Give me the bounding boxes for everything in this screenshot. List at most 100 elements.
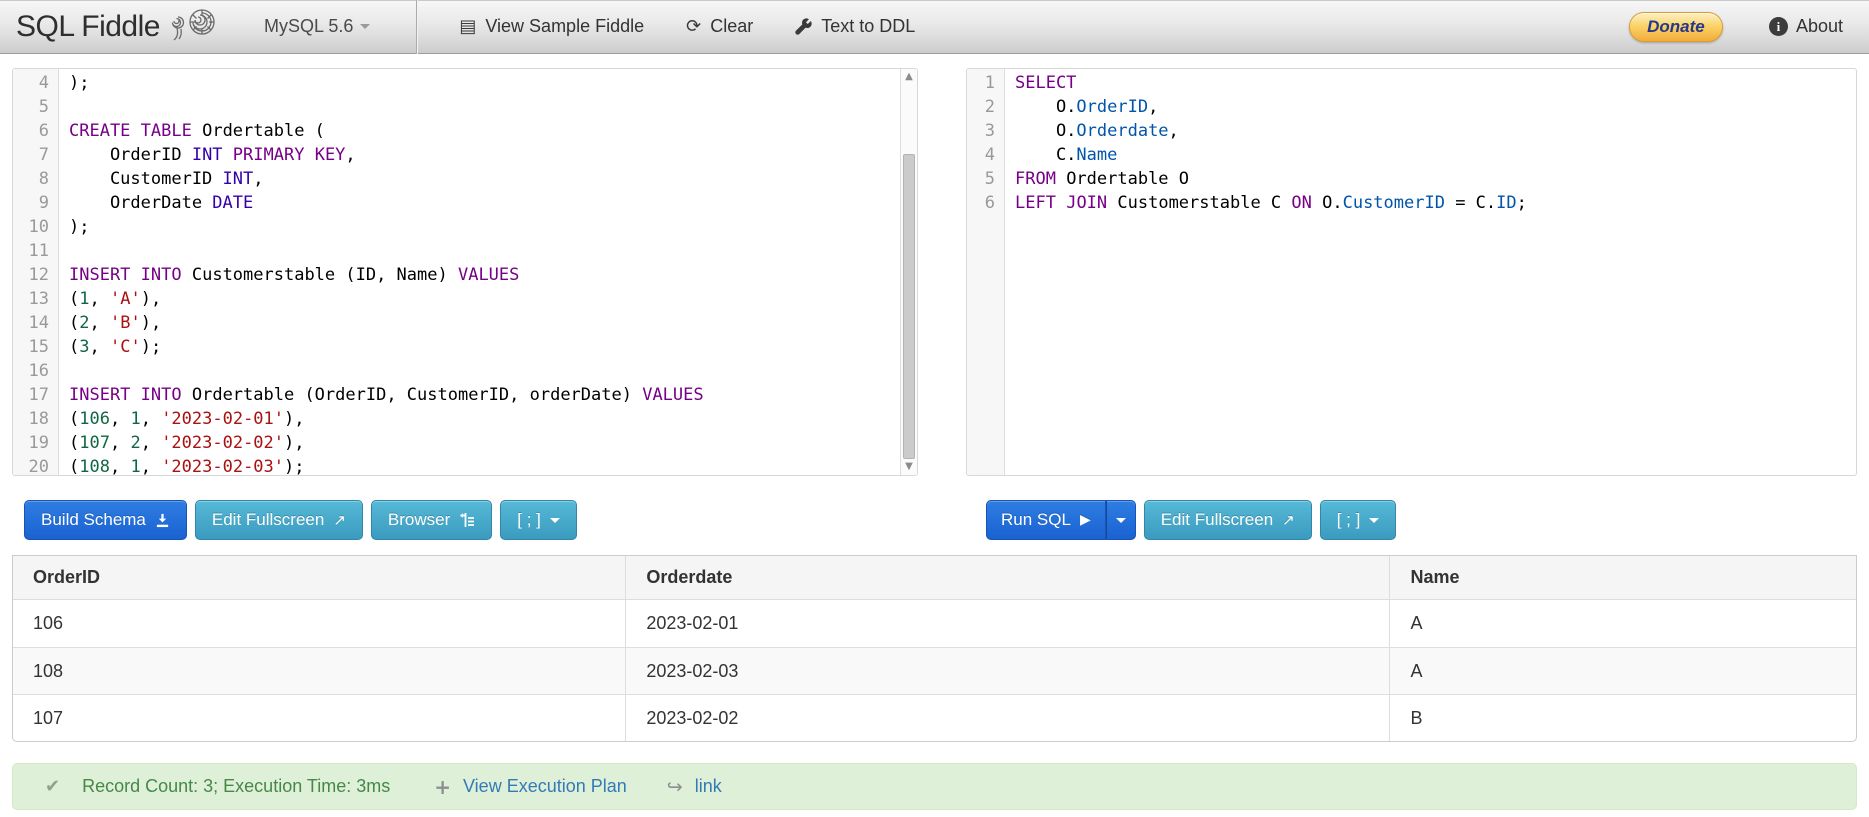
token-pl: O.	[1015, 121, 1076, 141]
code-line: CustomerID INT,	[69, 167, 900, 191]
token-pl	[130, 121, 140, 141]
token-kw: PRIMARY	[233, 145, 305, 165]
code-line: (108, 1, '2023-02-03');	[69, 455, 900, 475]
token-str: '2023-02-01'	[161, 409, 284, 429]
token-pl: OrderDate	[69, 193, 212, 213]
token-pl: ,	[345, 145, 355, 165]
line-number: 17	[13, 383, 49, 407]
line-number: 7	[13, 143, 49, 167]
about-label: About	[1796, 16, 1843, 37]
token-pl	[1056, 193, 1066, 213]
token-bi: DATE	[212, 193, 253, 213]
code-line: (106, 1, '2023-02-01'),	[69, 407, 900, 431]
token-bi: INT	[192, 145, 223, 165]
browser-label: Browser	[388, 510, 450, 530]
code-line: LEFT JOIN Customerstable C ON O.Customer…	[1015, 191, 1856, 215]
line-number: 4	[13, 71, 49, 95]
schema-code-area[interactable]: ); CREATE TABLE Ordertable ( OrderID INT…	[59, 69, 900, 475]
view-execution-plan-link[interactable]: View Execution Plan	[463, 776, 627, 797]
token-pl: ,	[141, 457, 161, 475]
code-line: OrderDate DATE	[69, 191, 900, 215]
sql-fiddle-page: { "nav": { "brand": "SQL Fiddle", "db_se…	[0, 0, 1869, 817]
code-line: );	[69, 215, 900, 239]
plus-icon: +	[434, 775, 451, 799]
token-pl: ),	[284, 409, 304, 429]
share-link[interactable]: link	[695, 776, 722, 797]
token-pl: Ordertable (OrderID, CustomerID, orderDa…	[182, 385, 643, 405]
edit-fullscreen-label: Edit Fullscreen	[212, 510, 324, 530]
table-row: 1082023-02-03A	[13, 647, 1856, 694]
info-icon: i	[1769, 17, 1788, 36]
build-schema-button[interactable]: Build Schema	[24, 500, 187, 540]
results-header-row: OrderID Orderdate Name	[13, 556, 1856, 600]
schema-edit-fullscreen-button[interactable]: Edit Fullscreen ↗	[195, 500, 363, 540]
scrollbar-down-arrow-icon[interactable]: ▼	[901, 459, 917, 475]
code-line: O.Orderdate,	[1015, 119, 1856, 143]
line-number: 6	[967, 191, 995, 215]
text-to-ddl-link[interactable]: Text to DDL	[795, 16, 915, 37]
clear-label: Clear	[710, 16, 753, 37]
view-sample-fiddle-link[interactable]: ▤ View Sample Fiddle	[459, 16, 644, 37]
token-str: 'A'	[110, 289, 141, 309]
table-cell: A	[1389, 600, 1856, 647]
code-line: );	[69, 71, 900, 95]
results-table: OrderID Orderdate Name 1062023-02-01A108…	[12, 555, 1857, 742]
view-sample-fiddle-label: View Sample Fiddle	[485, 16, 644, 37]
code-line: (1, 'A'),	[69, 287, 900, 311]
line-number: 4	[967, 143, 995, 167]
run-sql-dropdown-toggle[interactable]	[1106, 500, 1136, 540]
query-code-area[interactable]: SELECT O.OrderID, O.Orderdate, C.NameFRO…	[1005, 69, 1856, 475]
line-number: 13	[13, 287, 49, 311]
token-pl: );	[69, 73, 89, 93]
code-line: FROM Ordertable O	[1015, 167, 1856, 191]
code-line: (3, 'C');	[69, 335, 900, 359]
line-number: 3	[967, 119, 995, 143]
token-pl: Ordertable O	[1056, 169, 1189, 189]
query-editor-panel[interactable]: 123456 SELECT O.OrderID, O.Orderdate, C.…	[966, 68, 1857, 476]
clear-link[interactable]: ⟳ Clear	[686, 16, 753, 37]
token-num: 106	[79, 409, 110, 429]
donate-button[interactable]: Donate	[1629, 12, 1723, 42]
line-number: 12	[13, 263, 49, 287]
token-kw: INSERT	[69, 265, 130, 285]
token-pl: ),	[284, 433, 304, 453]
semicolon-label: [ ; ]	[1337, 510, 1361, 530]
token-pl: ,	[141, 409, 161, 429]
run-sql-button[interactable]: Run SQL ▶	[986, 500, 1106, 540]
token-num: 2	[130, 433, 140, 453]
table-cell: 2023-02-03	[625, 647, 1389, 694]
fiddle-logo-icon	[164, 3, 222, 47]
scrollbar-up-arrow-icon[interactable]: ▲	[901, 69, 917, 85]
database-version-dropdown[interactable]: MySQL 5.6	[264, 16, 370, 37]
token-pl: (	[69, 457, 79, 475]
schema-editor-scrollbar[interactable]: ▲ ▼	[900, 69, 917, 475]
play-icon: ▶	[1080, 512, 1091, 528]
browser-button[interactable]: Browser	[371, 500, 492, 540]
token-pl: (	[69, 313, 79, 333]
scrollbar-thumb[interactable]	[903, 154, 915, 459]
query-edit-fullscreen-button[interactable]: Edit Fullscreen ↗	[1144, 500, 1312, 540]
schema-line-number-gutter: 4567891011121314151617181920	[13, 69, 59, 475]
line-number: 9	[13, 191, 49, 215]
token-pl: ),	[141, 289, 161, 309]
edit-fullscreen-label: Edit Fullscreen	[1161, 510, 1273, 530]
results-section: OrderID Orderdate Name 1062023-02-01A108…	[12, 555, 1857, 742]
token-num: 3	[79, 337, 89, 357]
token-pl: ,	[90, 337, 110, 357]
line-number: 14	[13, 311, 49, 335]
about-link[interactable]: i About	[1769, 16, 1843, 37]
token-bi: INT	[223, 169, 254, 189]
query-semicolon-dropdown-button[interactable]: [ ; ]	[1320, 500, 1397, 540]
code-line: INSERT INTO Customerstable (ID, Name) VA…	[69, 263, 900, 287]
token-num: 1	[130, 457, 140, 475]
table-cell: A	[1389, 647, 1856, 694]
wrench-icon	[795, 18, 812, 35]
schema-semicolon-dropdown-button[interactable]: [ ; ]	[500, 500, 577, 540]
code-line: (107, 2, '2023-02-02'),	[69, 431, 900, 455]
table-row: 1062023-02-01A	[13, 600, 1856, 647]
brand-title[interactable]: SQL Fiddle	[16, 10, 160, 44]
semicolon-label: [ ; ]	[517, 510, 541, 530]
schema-editor-panel[interactable]: 4567891011121314151617181920 ); CREATE T…	[12, 68, 918, 476]
token-pl: ,	[141, 433, 161, 453]
token-str: '2023-02-03'	[161, 457, 284, 475]
